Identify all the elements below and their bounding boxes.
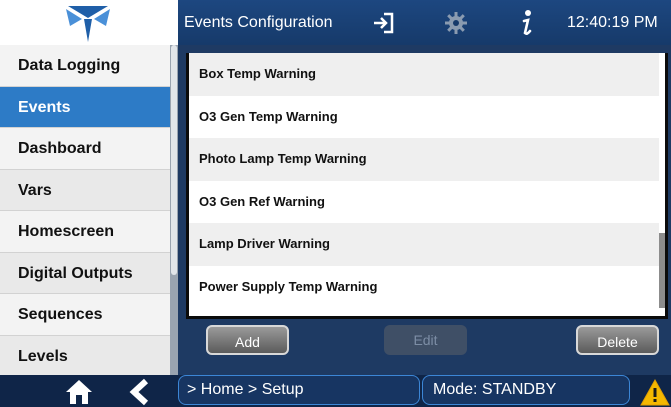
sidebar: Data Logging Events Dashboard Vars Homes…	[0, 45, 170, 375]
sidebar-item-sequences[interactable]: Sequences	[0, 294, 170, 336]
list-item[interactable]: Photo Lamp Temp Warning	[189, 138, 665, 181]
delete-button[interactable]: Delete	[576, 325, 659, 355]
sidebar-item-levels[interactable]: Levels	[0, 336, 170, 376]
teledyne-logo	[0, 0, 178, 45]
sidebar-item-homescreen[interactable]: Homescreen	[0, 211, 170, 253]
list-item[interactable]: Box Temp Warning	[189, 53, 665, 96]
top-bar: Events Configuration 12:40:19 PM	[0, 0, 671, 45]
list-item[interactable]: Power Supply Temp Warning	[189, 265, 665, 308]
sidebar-scroll-thumb[interactable]	[171, 45, 177, 275]
list-item[interactable]: O3 Gen Temp Warning	[189, 95, 665, 138]
edit-button[interactable]: Edit	[384, 325, 467, 355]
login-icon[interactable]	[371, 11, 395, 35]
list-scroll-thumb[interactable]	[659, 233, 665, 308]
sidebar-item-digital-outputs[interactable]: Digital Outputs	[0, 253, 170, 294]
sidebar-item-vars[interactable]: Vars	[0, 170, 170, 211]
sidebar-item-dashboard[interactable]: Dashboard	[0, 128, 170, 170]
info-icon[interactable]	[516, 8, 536, 38]
list-item[interactable]: O3 Gen Ref Warning	[189, 180, 665, 223]
add-button[interactable]: Add	[206, 325, 289, 355]
mode-status: Mode: STANDBY	[422, 375, 630, 405]
gear-icon[interactable]	[444, 11, 468, 35]
events-panel: Box Temp Warning O3 Gen Temp Warning Pho…	[178, 45, 671, 375]
warning-icon[interactable]	[640, 378, 670, 406]
list-item[interactable]: Lamp Driver Warning	[189, 223, 665, 266]
clock-time: 12:40:19 PM	[567, 14, 658, 31]
breadcrumb: > Home > Setup	[178, 375, 420, 405]
sidebar-item-events[interactable]: Events	[0, 86, 170, 128]
events-list: Box Temp Warning O3 Gen Temp Warning Pho…	[186, 53, 668, 319]
list-scrollbar[interactable]	[659, 53, 665, 316]
page-title: Events Configuration	[184, 14, 333, 31]
sidebar-scrollbar[interactable]	[170, 45, 178, 375]
home-icon[interactable]	[65, 379, 93, 405]
back-icon[interactable]	[128, 378, 150, 406]
sidebar-item-data-logging[interactable]: Data Logging	[0, 45, 170, 87]
